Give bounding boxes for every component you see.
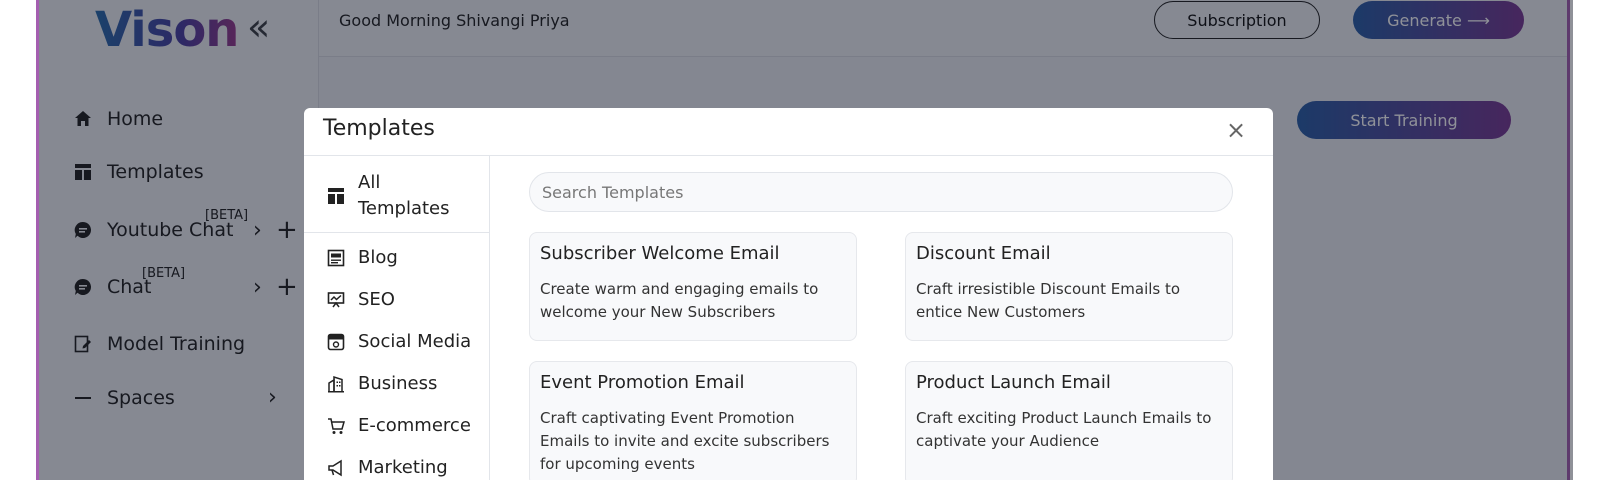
template-card-description: Craft captivating Event Promotion Emails… <box>540 409 830 473</box>
divider <box>304 232 489 233</box>
business-icon <box>326 374 346 394</box>
category-label: Social Media <box>358 331 472 352</box>
category-label: E-commerce <box>358 415 471 436</box>
template-card[interactable]: Product Launch Email Craft exciting Prod… <box>905 361 1233 480</box>
category-label: All Templates <box>358 172 450 219</box>
close-icon[interactable]: × <box>1226 118 1246 142</box>
modal-header: Templates × <box>304 108 1273 156</box>
template-card-description: Craft exciting Product Launch Emails to … <box>916 409 1212 450</box>
category-label: Marketing <box>358 457 448 478</box>
templates-modal: Templates × All Templates Blog SEO Socia… <box>304 108 1273 480</box>
blog-icon <box>326 248 346 268</box>
category-social-media[interactable]: Social Media <box>326 331 471 352</box>
category-list: All Templates Blog SEO Social Media Busi… <box>304 156 490 480</box>
template-card-description: Create warm and engaging emails to welco… <box>540 280 819 321</box>
template-card-description: Craft irresistible Discount Emails to en… <box>916 280 1181 321</box>
category-blog[interactable]: Blog <box>326 247 398 268</box>
template-card[interactable]: Event Promotion Email Craft captivating … <box>529 361 857 480</box>
search-input[interactable] <box>529 172 1233 212</box>
category-label: SEO <box>358 289 395 310</box>
cart-icon <box>326 416 346 436</box>
category-all-templates[interactable]: All Templates <box>326 170 476 222</box>
megaphone-icon <box>326 458 346 478</box>
category-seo[interactable]: SEO <box>326 289 395 310</box>
template-card-title: Product Launch Email <box>916 372 1111 393</box>
template-card[interactable]: Discount Email Craft irresistible Discou… <box>905 232 1233 341</box>
template-card[interactable]: Subscriber Welcome Email Create warm and… <box>529 232 857 341</box>
category-e-commerce[interactable]: E-commerce <box>326 415 471 436</box>
template-card-title: Subscriber Welcome Email <box>540 243 780 264</box>
category-label: Business <box>358 373 438 394</box>
category-label: Blog <box>358 247 398 268</box>
modal-title: Templates <box>323 116 435 141</box>
template-card-title: Event Promotion Email <box>540 372 745 393</box>
category-marketing[interactable]: Marketing <box>326 457 448 478</box>
seo-icon <box>326 290 346 310</box>
templates-icon <box>326 186 346 206</box>
social-media-icon <box>326 332 346 352</box>
template-card-title: Discount Email <box>916 243 1051 264</box>
category-business[interactable]: Business <box>326 373 437 394</box>
